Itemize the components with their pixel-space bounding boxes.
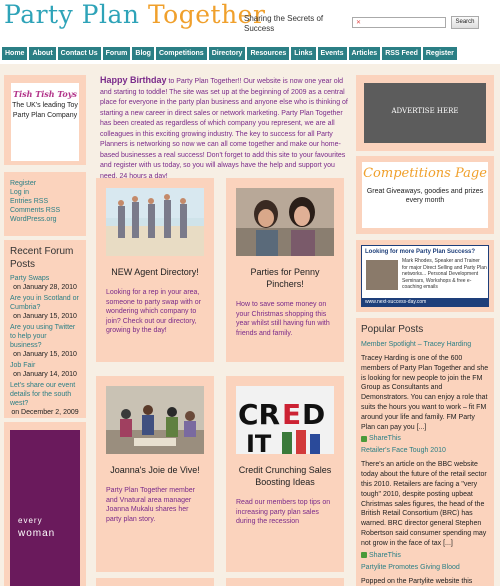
nav-about[interactable]: About [29,47,56,60]
everywoman-text-2: woman [18,528,56,539]
promo-url-bar: www.next-success-day.com [362,298,488,306]
card-title[interactable]: Joanna's Joie de Vive! [106,464,204,476]
everywoman-banner: every woman [10,430,80,586]
next-success-ad[interactable]: Looking for more Party Plan Success? Mar… [356,240,494,312]
forum-post-link[interactable]: Are you in Scotland or Cumbria? [10,294,80,312]
meta-login-link[interactable]: Log in [10,188,80,197]
search-marker-icon: ✕ [356,20,362,26]
meta-comments-rss-link[interactable]: Comments RSS [10,206,80,215]
nav-contact[interactable]: Contact Us [57,47,101,60]
tish-tish-toys-ad[interactable]: Tish Tish Toys The UK's leading Toy Part… [4,75,86,165]
tish-logo: Tish Tish Toys [13,89,77,99]
nav-forum[interactable]: Forum [102,47,131,60]
popular-post-link[interactable]: Partylite Promotes Giving Blood [361,563,489,573]
forum-post-date: on December 2, 2009 [11,409,79,416]
svg-text:CR: CR [238,398,280,431]
card-description: Read our members top tips on increasing … [236,499,331,525]
forum-post-date: on January 28, 2010 [13,284,77,291]
popular-post-excerpt: There's an article on the BBC website to… [361,461,487,547]
card-next-1[interactable] [96,578,214,586]
popular-post-excerpt: Popped on the Partylite website this eve… [361,577,473,585]
recent-posts-title: Recent Forum Posts [10,246,74,270]
popular-posts: Popular Posts Member Spotlight – Tracey … [356,318,494,586]
share-this-link[interactable]: ShareThis [361,434,489,443]
card-title[interactable]: NEW Agent Directory! [106,266,204,278]
forum-post-date: on January 14, 2010 [13,371,77,378]
card-title[interactable]: Credit Crunching Sales Boosting Ideas [236,464,334,488]
nav-rss-feed[interactable]: RSS Feed [382,47,421,60]
card-joanna[interactable]: Joanna's Joie de Vive! Party Plan Togeth… [96,376,214,572]
popular-post-excerpt: Tracey Harding is one of the 600 members… [361,355,489,431]
forum-post-link[interactable]: Let's share our event details for the so… [10,381,80,408]
speaker-photo [366,260,398,290]
forum-post-link[interactable]: Are you using Twitter to help your busin… [10,323,80,350]
popular-post-link[interactable]: Retailer's Face Tough 2010 [361,446,489,456]
card-agent-directory[interactable]: NEW Agent Directory! Looking for a rep i… [96,178,214,362]
tish-ad-inner: Tish Tish Toys The UK's leading Toy Part… [11,83,79,161]
meta-entries-rss-link[interactable]: Entries RSS [10,197,80,206]
popular-posts-title: Popular Posts [361,324,424,335]
card-credit-crunching[interactable]: CR E D IT Credit Crunching Sales Boosting … [226,376,344,572]
forum-post-date: on January 15, 2010 [13,351,77,358]
card-next-2[interactable] [226,578,344,586]
next-success-banner: Looking for more Party Plan Success? Mar… [361,245,489,307]
nav-register[interactable]: Register [422,47,457,60]
popular-post-link[interactable]: Member Spotlight – Tracey Harding [361,340,489,350]
intro-text: Happy Birthday to Party Plan Together!! … [100,75,348,182]
advertise-box[interactable]: ADVERTISE HERE [356,75,494,151]
everywoman-ad[interactable]: every woman [4,422,86,586]
nav-home[interactable]: Home [2,47,28,60]
credit-crunch-image: CR E D IT [236,386,334,454]
meta-links-box: Register Log in Entries RSS Comments RSS… [4,172,86,236]
competitions-title: Competitions Page [363,166,487,181]
nav-competitions[interactable]: Competitions [155,47,207,60]
promo-body: Mark Rhodes, Speaker and Trainer for maj… [402,258,487,290]
card-description: Party Plan Together member and Vnatural … [106,487,195,523]
card-description: Looking for a rep in your area, someone … [106,289,201,334]
beach-women-image [106,188,204,256]
tish-text: The UK's leading Toy Party Plan Company [12,102,78,119]
share-label: ShareThis [369,435,401,443]
share-label: ShareThis [369,551,401,559]
svg-text:IT: IT [246,430,272,454]
competitions-box[interactable]: Competitions Page Great Giveaways, goodi… [356,156,494,234]
nav-blog[interactable]: Blog [132,47,154,60]
meta-wordpress-link[interactable]: WordPress.org [10,215,80,224]
everywoman-text-1: every [18,516,43,525]
intro-body: to Party Plan Together!! Our website is … [100,78,348,180]
share-icon [361,435,367,442]
share-this-link[interactable]: ShareThis [361,551,489,560]
women-laughing-image [236,188,334,256]
site-tagline: Sharing the Secrets of Success [244,14,324,33]
recent-forum-posts: Recent Forum Posts Party Swaps on Januar… [4,240,86,418]
nav-links[interactable]: Links [291,47,316,60]
nav-directory[interactable]: Directory [208,47,246,60]
forum-post-link[interactable]: Job Fair [10,361,80,370]
svg-text:D: D [302,398,325,431]
svg-text:E: E [282,398,301,431]
site-logo[interactable]: Party Plan Together [4,0,265,29]
advertise-here-banner: ADVERTISE HERE [364,83,486,143]
competitions-banner: Competitions Page Great Giveaways, goodi… [362,162,488,228]
forum-post-link[interactable]: Party Swaps [10,274,80,283]
main-nav: Home About Contact Us Forum Blog Competi… [0,47,500,62]
search-button[interactable]: Search [451,16,479,29]
nav-articles[interactable]: Articles [348,47,381,60]
nav-events[interactable]: Events [317,47,347,60]
card-description: How to save some money on your Christmas… [236,301,330,337]
intro-headline: Happy Birthday [100,75,167,85]
share-icon [361,552,367,559]
competitions-subtitle: Great Giveaways, goodies and prizes ever… [366,188,484,204]
forum-post-date: on January 15, 2010 [13,313,77,320]
promo-title: Looking for more Party Plan Success? [365,249,476,255]
party-room-image [106,386,204,454]
search-input[interactable]: ✕ [352,17,446,28]
card-title[interactable]: Parties for Penny Pinchers! [236,266,334,290]
meta-register-link[interactable]: Register [10,179,80,188]
card-penny-pinchers[interactable]: Parties for Penny Pinchers! How to save … [226,178,344,362]
logo-word-party-plan: Party Plan [4,0,148,29]
nav-resources[interactable]: Resources [247,47,290,60]
